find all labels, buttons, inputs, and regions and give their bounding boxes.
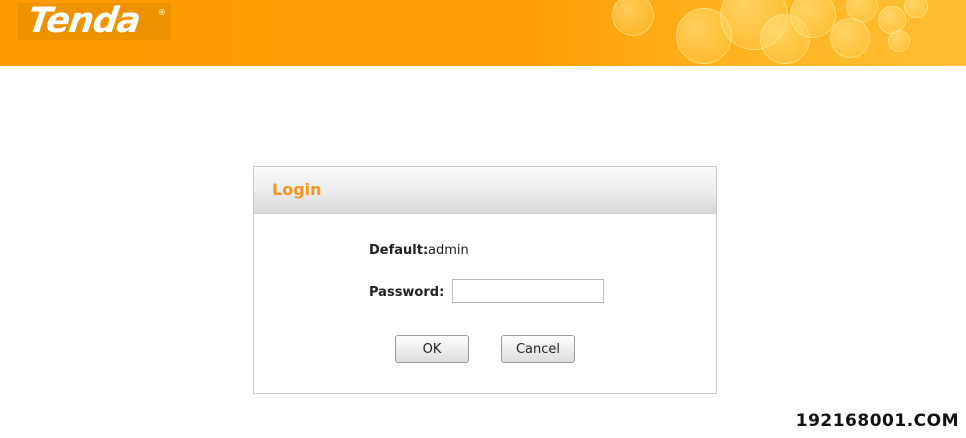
login-title: Login	[272, 180, 322, 199]
decorative-bubble	[888, 30, 910, 52]
login-panel: Login Default: admin Password: OK Cancel	[253, 166, 717, 394]
ok-button[interactable]: OK	[395, 335, 469, 363]
cancel-button[interactable]: Cancel	[501, 335, 575, 363]
login-panel-header: Login	[254, 167, 716, 214]
decorative-bubble	[830, 18, 870, 58]
site-watermark: 192168001.COM	[795, 411, 959, 431]
default-label: Default:	[369, 243, 429, 258]
tenda-logo: Tenda ®	[18, 1, 171, 41]
logo-wordmark: Tenda	[25, 1, 143, 41]
logo-registered-mark: ®	[158, 8, 166, 17]
decorative-bubble	[612, 0, 654, 36]
password-label: Password:	[369, 285, 445, 300]
default-value: admin	[428, 243, 469, 258]
header-banner: Tenda ®	[0, 0, 966, 66]
password-input[interactable]	[452, 279, 604, 303]
login-page: Tenda ® Login Default: admin Password: O…	[0, 0, 966, 438]
decorative-bubble	[904, 0, 928, 18]
decorative-bubble	[790, 0, 836, 38]
